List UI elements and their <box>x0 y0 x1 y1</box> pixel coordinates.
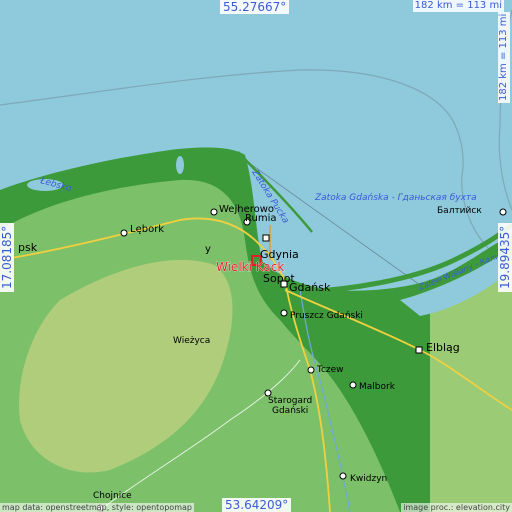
gdynia-marker[interactable] <box>262 234 270 242</box>
label-wiezyca: Wieżyca <box>173 336 210 346</box>
label-gdansk: Gdańsk <box>289 281 331 294</box>
attribution-right: image proc.: elevation.city <box>401 503 512 512</box>
elblag-marker[interactable] <box>415 346 423 354</box>
label-starogard-2: Gdański <box>272 406 308 416</box>
attribution-left: map data: openstreetmap, style: opentopo… <box>0 503 194 512</box>
label-wejherowo: Wejherowo <box>219 204 274 215</box>
longitude-left: 17.08185° <box>0 222 14 292</box>
lebork-marker[interactable] <box>120 229 128 237</box>
label-chojnice: Chojnice <box>93 491 132 501</box>
place-label[interactable]: Wielki Kack <box>216 260 285 275</box>
topographic-map[interactable]: Gdańsk Gdynia Sopot Rumia Wejherowo Lębo… <box>0 0 512 512</box>
label-baltijsk: Балтийск <box>437 206 482 216</box>
label-slupsk: psk <box>18 241 38 254</box>
label-kwidzyn: Kwidzyn <box>350 474 387 484</box>
scale-top: 182 km = 113 mi <box>412 0 504 12</box>
baltijsk-marker[interactable] <box>499 208 507 216</box>
label-kaszuby: y <box>205 244 211 255</box>
kwidzyn-marker[interactable] <box>339 472 347 480</box>
label-malbork: Malbork <box>359 382 396 392</box>
label-pruszcz: Pruszcz Gdański <box>290 311 363 321</box>
lake-zarnowiec <box>176 156 184 174</box>
label-tczew: Tczew <box>316 365 344 375</box>
pruszcz-marker[interactable] <box>280 309 288 317</box>
label-zatoka-gdanska: Zatoka Gdańska - Гданьская бухта <box>314 193 477 203</box>
label-lebork: Lębork <box>130 224 164 235</box>
malbork-marker[interactable] <box>349 381 357 389</box>
scale-right: 182 km = 113 mi <box>498 11 510 103</box>
label-elblag: Elbląg <box>426 341 460 354</box>
wejherowo-marker[interactable] <box>210 208 218 216</box>
latitude-top: 55.27667° <box>220 0 290 14</box>
latitude-bottom: 53.64209° <box>222 498 292 512</box>
tczew-marker[interactable] <box>307 366 315 374</box>
longitude-right: 19.89435° <box>498 222 512 292</box>
label-starogard-1: Starogard <box>268 396 312 406</box>
